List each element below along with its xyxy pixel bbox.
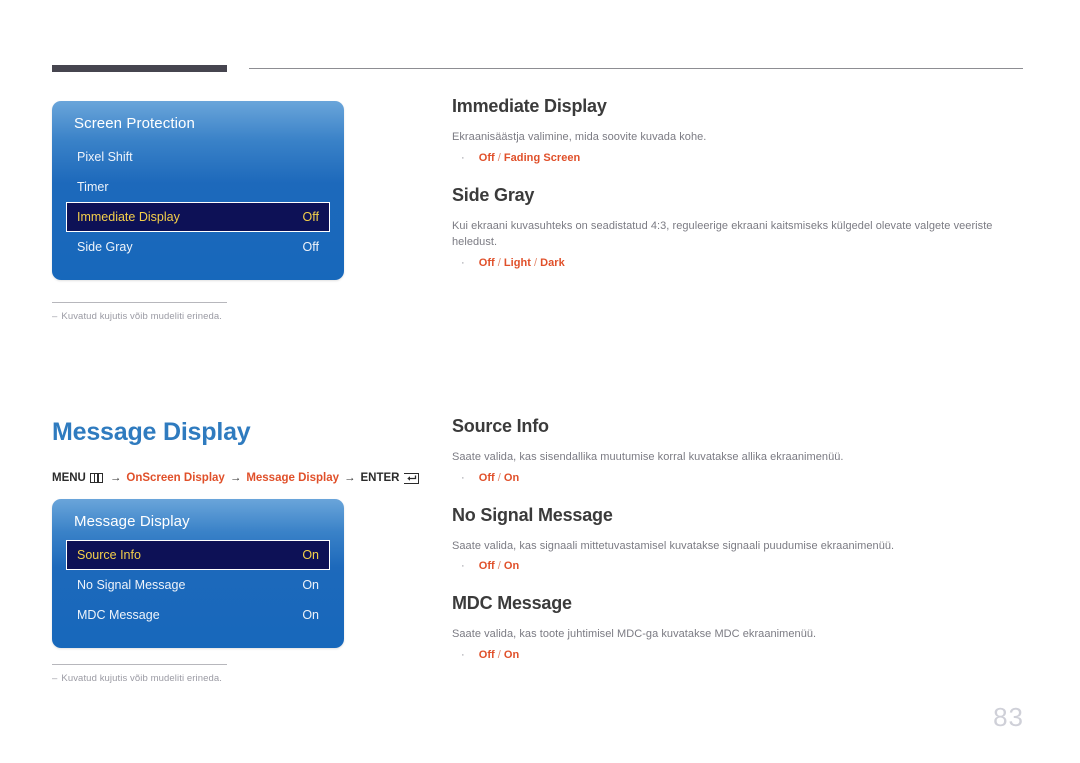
topic-heading: Source Info (452, 416, 549, 436)
topic-source-info: Source Info Saate valida, kas sisendalli… (452, 416, 1024, 484)
osd-panel-screen-protection: Screen Protection Pixel Shift Timer Imme… (52, 101, 344, 280)
footnote-dash: – (52, 673, 58, 684)
bullet-icon: · (461, 560, 465, 572)
option-separator: / (497, 151, 501, 164)
content-section-top: Immediate Display Ekraanisäästja valimin… (452, 96, 1024, 269)
menu-icon (89, 473, 103, 483)
osd-row[interactable]: Timer (66, 172, 330, 202)
osd-row-selected[interactable]: Immediate Display Off (66, 202, 330, 232)
option-value: Off (478, 151, 495, 164)
osd-row-label: No Signal Message (77, 578, 186, 592)
footnote-body: Kuvatud kujutis võib mudeliti erineda. (61, 673, 223, 684)
osd-row-list: Pixel Shift Timer Immediate Display Off … (52, 142, 344, 280)
osd-row-value: Off (302, 210, 319, 224)
option-separator: / (497, 648, 501, 661)
topic-heading: Immediate Display (452, 96, 607, 116)
page-number: 83 (993, 702, 1024, 732)
topic-description: Ekraanisäästja valimine, mida soovite ku… (452, 131, 707, 143)
option-separator: / (497, 256, 501, 269)
bullet-icon: · (461, 256, 465, 269)
breadcrumb-path-1[interactable]: OnScreen Display (126, 472, 224, 484)
osd-row-label: MDC Message (77, 608, 160, 622)
footnote-body: Kuvatud kujutis võib mudeliti erineda. (61, 311, 223, 322)
footnote-top: – Kuvatud kujutis võib mudeliti erineda. (52, 302, 352, 322)
footnote-bottom: – Kuvatud kujutis võib mudeliti erineda. (52, 664, 352, 684)
breadcrumb-menu-label: MENU (52, 472, 86, 484)
bullet-icon: · (461, 471, 465, 484)
osd-row-list: Source Info On No Signal Message On MDC … (52, 540, 344, 648)
option-value: Fading Screen (503, 151, 581, 164)
topic-heading: No Signal Message (452, 504, 613, 525)
osd-row-value: On (302, 608, 319, 622)
option-value: On (503, 560, 520, 572)
breadcrumb-arrow: → (109, 472, 122, 484)
osd-row-value: On (302, 578, 319, 592)
topic-immediate-display: Immediate Display Ekraanisäästja valimin… (452, 96, 1024, 164)
osd-row[interactable]: MDC Message On (66, 600, 330, 630)
topic-description: Saate valida, kas signaali mittetuvastam… (452, 539, 895, 552)
option-value: Off (478, 560, 495, 572)
osd-row-label: Immediate Display (77, 210, 180, 224)
topic-options: · Off / Light / Dark (452, 257, 1024, 269)
topic-options: · Off / On (452, 472, 1024, 484)
osd-row[interactable]: No Signal Message On (66, 570, 330, 600)
footnote-text: – Kuvatud kujutis võib mudeliti erineda. (52, 311, 352, 322)
bullet-icon: · (461, 151, 465, 164)
osd-row-label: Timer (77, 180, 109, 194)
osd-row[interactable]: Side Gray Off (66, 232, 330, 262)
option-value: Light (503, 256, 532, 269)
osd-panel-message-display: Message Display Source Info On No Signal… (52, 499, 344, 648)
content-section-bottom: Source Info Saate valida, kas sisendalli… (452, 416, 1024, 661)
topic-no-signal-message: No Signal Message Saate valida, kas sign… (452, 505, 1024, 573)
option-separator: / (534, 256, 538, 269)
breadcrumb-arrow: → (229, 472, 242, 484)
topic-options: · Off / Fading Screen (452, 152, 1024, 164)
footnote-dash: – (52, 311, 58, 322)
topic-side-gray: Side Gray Kui ekraani kuvasuhteks on sea… (452, 185, 1024, 269)
topic-description: Saate valida, kas sisendallika muutumise… (452, 451, 844, 463)
bullet-icon: · (461, 648, 465, 661)
option-separator: / (497, 560, 501, 572)
header-rule-line (249, 68, 1023, 69)
page-title: Message Display (52, 418, 251, 446)
option-value: Off (478, 648, 495, 661)
osd-row-label: Side Gray (77, 240, 133, 254)
osd-panel-title: Screen Protection (74, 115, 195, 132)
header-accent-bar (52, 65, 227, 72)
topic-options: · Off / On (452, 649, 1024, 661)
option-value: Off (478, 256, 495, 269)
breadcrumb: MENU → OnScreen Display → Message Displa… (52, 472, 420, 484)
topic-options: · Off / On (452, 560, 1024, 572)
option-value: On (503, 648, 520, 661)
topic-description: Kui ekraani kuvasuhteks on seadistatud 4… (452, 219, 993, 249)
footnote-rule (52, 302, 227, 303)
option-value: Off (478, 471, 495, 484)
osd-row-value: On (302, 548, 319, 562)
osd-row-label: Source Info (77, 548, 141, 562)
breadcrumb-path-2[interactable]: Message Display (246, 472, 339, 484)
osd-row[interactable]: Pixel Shift (66, 142, 330, 172)
topic-mdc-message: MDC Message Saate valida, kas toote juht… (452, 593, 1024, 661)
topic-heading: MDC Message (452, 593, 572, 613)
osd-row-selected[interactable]: Source Info On (66, 540, 330, 570)
footnote-text: – Kuvatud kujutis võib mudeliti erineda. (52, 673, 352, 684)
option-separator: / (497, 471, 501, 484)
option-value: Dark (540, 256, 565, 269)
breadcrumb-arrow: → (344, 472, 356, 484)
osd-panel-title: Message Display (74, 513, 190, 530)
osd-row-value: Off (302, 240, 319, 254)
osd-row-label: Pixel Shift (77, 150, 133, 164)
breadcrumb-enter-label: ENTER (360, 472, 400, 484)
enter-icon (404, 472, 420, 484)
topic-description: Saate valida, kas toote juhtimisel MDC-g… (452, 628, 817, 640)
topic-heading: Side Gray (452, 184, 535, 205)
footnote-rule (52, 664, 227, 665)
option-value: On (503, 471, 520, 484)
